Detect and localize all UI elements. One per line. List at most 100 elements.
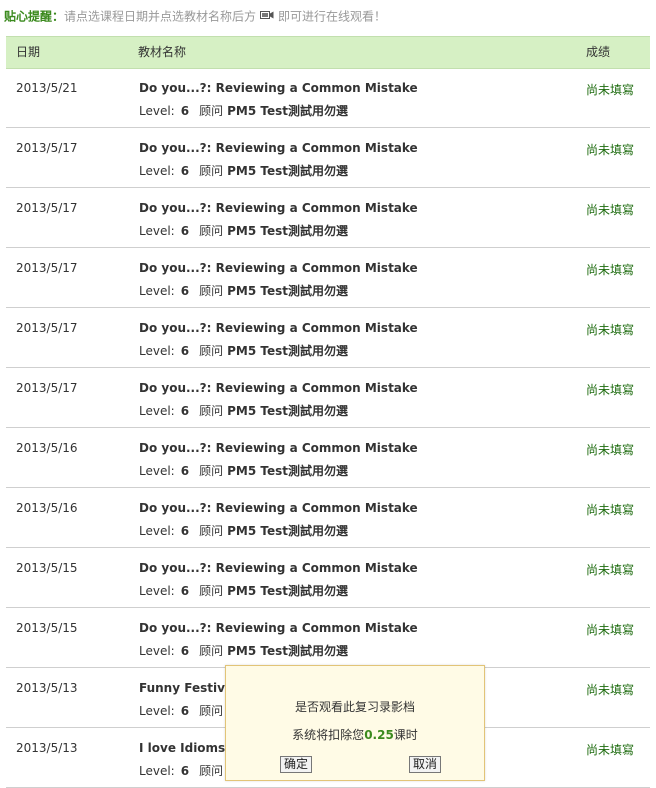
score-status: 尚未填寫 [586,143,635,157]
course-meta: Level: 6 顾问 PM5 Test測試用勿選 [139,222,348,239]
consultant-label: 顾问 [199,464,224,478]
tip-text-before: 请点选课程日期并点选教材名称后方 [64,9,257,24]
level-value: 6 [180,584,190,598]
dialog-cost-message: 系统将扣除您0.25课时 [226,726,484,743]
tip-text-after: 即可进行在线观看！ [278,9,387,24]
level-value: 6 [180,464,190,478]
consultant-name: PM5 Test測試用勿選 [227,524,348,538]
level-label: Level: [139,284,175,298]
level-label: Level: [139,584,175,598]
course-meta: Level: 6 顾问 PM5 Test測試用勿選 [139,162,348,179]
table-header: 日期 教材名称 成绩 [6,36,650,69]
dialog-cost-prefix: 系统将扣除您 [292,728,365,742]
level-label: Level: [139,524,175,538]
course-date[interactable]: 2013/5/17 [16,321,78,335]
course-title-link[interactable]: Do you...?: Reviewing a Common Mistake [139,561,418,575]
table-row: 2013/5/17 Do you...?: Reviewing a Common … [6,248,650,308]
table-row: 2013/5/15 Do you...?: Reviewing a Common … [6,608,650,668]
tip-label: 贴心提醒： [4,9,65,24]
level-label: Level: [139,104,175,118]
consultant-label: 顾问 [199,104,224,118]
level-label: Level: [139,224,175,238]
consultant-label: 顾问 [199,344,224,358]
course-date[interactable]: 2013/5/17 [16,201,78,215]
course-meta: Level: 6 顾问 PM5 Test測試用勿選 [139,102,348,119]
course-title-link[interactable]: Do you...?: Reviewing a Common Mistake [139,621,418,635]
level-value: 6 [180,704,190,718]
level-value: 6 [180,164,190,178]
course-title-link[interactable]: Do you...?: Reviewing a Common Mistake [139,321,418,335]
course-date[interactable]: 2013/5/17 [16,381,78,395]
level-value: 6 [180,224,190,238]
course-date[interactable]: 2013/5/17 [16,261,78,275]
score-status: 尚未填寫 [586,83,635,97]
level-label: Level: [139,644,175,658]
dialog-cost-suffix: 课时 [393,728,418,742]
consultant-name: PM5 Test測試用勿選 [227,464,348,478]
consultant-name: PM5 Test測試用勿選 [227,344,348,358]
level-value: 6 [180,104,190,118]
consultant-label: 顾问 [199,644,224,658]
consultant-label: 顾问 [199,164,224,178]
course-meta: Level: 6 顾问 PM5 Test測試用勿選 [139,402,348,419]
course-title-link[interactable]: Do you...?: Reviewing a Common Mistake [139,201,418,215]
course-title-link[interactable]: Do you...?: Reviewing a Common Mistake [139,261,418,275]
consultant-name: PM5 Test測試用勿選 [227,164,348,178]
course-title-link[interactable]: Do you...?: Reviewing a Common Mistake [139,441,418,455]
level-value: 6 [180,524,190,538]
dialog-message: 是否观看此复习录影档 [294,700,415,714]
consultant-name: PM5 Test測試用勿選 [227,404,348,418]
level-value: 6 [180,404,190,418]
course-title-link[interactable]: Do you...?: Reviewing a Common Mistake [139,381,418,395]
consultant-label: 顾问 [199,704,224,718]
score-status: 尚未填寫 [586,563,635,577]
course-date[interactable]: 2013/5/16 [16,441,78,455]
score-status: 尚未填寫 [586,383,635,397]
score-status: 尚未填寫 [586,743,635,757]
consultant-label: 顾问 [199,524,224,538]
score-status: 尚未填寫 [586,623,635,637]
level-value: 6 [180,644,190,658]
course-title-link[interactable]: Do you...?: Reviewing a Common Mistake [139,141,418,155]
table-row: 2013/5/17 Do you...?: Reviewing a Common … [6,308,650,368]
course-title-link[interactable]: Do you...?: Reviewing a Common Mistake [139,501,418,515]
video-camera-icon [260,6,274,26]
course-date[interactable]: 2013/5/16 [16,501,78,515]
table-row: 2013/5/16 Do you...?: Reviewing a Common … [6,428,650,488]
level-value: 6 [180,344,190,358]
course-date[interactable]: 2013/5/15 [16,561,78,575]
course-date[interactable]: 2013/5/13 [16,681,78,695]
cancel-button[interactable]: 取消 [409,756,442,773]
level-label: Level: [139,164,175,178]
consultant-name: PM5 Test測試用勿選 [227,224,348,238]
table-row: 2013/5/16 Do you...?: Reviewing a Common … [6,488,650,548]
course-date[interactable]: 2013/5/13 [16,741,78,755]
course-meta: Level: 6 顾问 [139,702,227,719]
score-status: 尚未填寫 [586,683,635,697]
score-status: 尚未填寫 [586,203,635,217]
table-row: 2013/5/17 Do you...?: Reviewing a Common … [6,128,650,188]
score-status: 尚未填寫 [586,443,635,457]
course-date[interactable]: 2013/5/15 [16,621,78,635]
course-title-link[interactable]: Do you...?: Reviewing a Common Mistake [139,81,418,95]
dialog-cost-value: 0.25 [364,728,394,742]
consultant-label: 顾问 [199,764,224,778]
level-label: Level: [139,704,175,718]
confirm-button[interactable]: 确定 [280,756,313,773]
header-score: 成绩 [586,45,611,59]
consultant-label: 顾问 [199,584,224,598]
consultant-label: 顾问 [199,284,224,298]
level-label: Level: [139,464,175,478]
header-name: 教材名称 [138,45,187,59]
consultant-name: PM5 Test測試用勿選 [227,584,348,598]
course-date[interactable]: 2013/5/21 [16,81,78,95]
course-meta: Level: 6 顾问 PM5 Test測試用勿選 [139,522,348,539]
course-meta: Level: 6 顾问 [139,762,227,779]
level-value: 6 [180,284,190,298]
consultant-name: PM5 Test測試用勿選 [227,644,348,658]
table-row: 2013/5/17 Do you...?: Reviewing a Common … [6,188,650,248]
score-status: 尚未填寫 [586,263,635,277]
level-label: Level: [139,764,175,778]
course-date[interactable]: 2013/5/17 [16,141,78,155]
table-row: 2013/5/15 Do you...?: Reviewing a Common … [6,548,650,608]
